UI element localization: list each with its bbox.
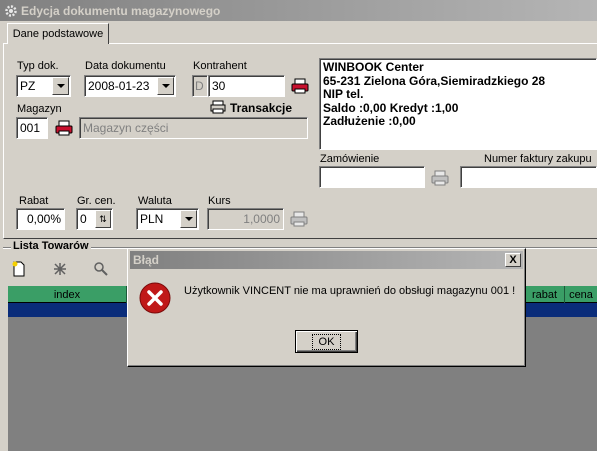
kurs-input: 1,0000 xyxy=(207,208,284,230)
contractor-debt: Zadłużenie :0,00 xyxy=(323,114,416,128)
faktura-label: Numer faktury zakupu xyxy=(484,153,592,165)
list-group-title: Lista Towarów xyxy=(11,240,91,252)
close-icon[interactable]: X xyxy=(505,253,521,267)
kurs-value: 1,0000 xyxy=(243,212,280,226)
typ-dok-combo[interactable]: PZ xyxy=(16,75,71,97)
column-header-index[interactable]: index xyxy=(8,286,127,303)
gr-cen-value: 0 xyxy=(80,212,87,226)
kontrahent-input[interactable]: 30 xyxy=(208,75,285,97)
error-icon xyxy=(139,282,171,314)
chevron-down-icon[interactable] xyxy=(157,77,174,95)
zamowienie-input[interactable] xyxy=(319,166,425,188)
tab-dane-podstawowe[interactable]: Dane podstawowe xyxy=(7,23,109,44)
data-dok-value: 2008-01-23 xyxy=(88,79,150,93)
contractor-address: 65-231 Zielona Góra,Siemiradzkiego 28 xyxy=(323,73,546,88)
kontrahent-label: Kontrahent xyxy=(193,60,247,72)
dialog-close-glyph: X xyxy=(509,253,517,266)
rabat-input[interactable]: 0,00% xyxy=(16,208,65,230)
faktura-input[interactable] xyxy=(460,166,597,188)
chevron-down-icon[interactable] xyxy=(180,210,197,228)
printer-icon[interactable] xyxy=(290,211,308,227)
delete-icon[interactable] xyxy=(49,258,71,280)
contractor-name: WINBOOK Center xyxy=(323,60,424,74)
data-dok-label: Data dokumentu xyxy=(85,60,166,72)
ok-button-label: OK xyxy=(311,333,342,350)
ok-button[interactable]: OK xyxy=(295,330,358,353)
new-document-icon[interactable] xyxy=(8,258,30,280)
tab-label: Dane podstawowe xyxy=(12,28,104,40)
kurs-label: Kurs xyxy=(208,195,231,207)
typ-dok-value: PZ xyxy=(20,79,36,93)
rabat-value: 0,00% xyxy=(26,212,61,226)
printer-icon[interactable] xyxy=(55,120,73,136)
printer-icon[interactable] xyxy=(431,170,449,186)
waluta-label: Waluta xyxy=(138,195,172,207)
contractor-saldo: Saldo :0,00 Kredyt :1,00 xyxy=(323,100,459,115)
printer-icon[interactable] xyxy=(291,78,309,94)
gr-cen-spinner[interactable]: 0 ⇅ xyxy=(76,208,113,230)
magazyn-input[interactable]: 001 xyxy=(16,117,48,139)
search-icon[interactable] xyxy=(90,258,112,280)
magazyn-label: Magazyn xyxy=(17,103,62,115)
transakcje-button[interactable]: Transakcje xyxy=(230,101,292,115)
error-dialog: Błąd X Użytkownik VINCENT nie ma uprawni… xyxy=(127,248,526,367)
zamowienie-label: Zamówienie xyxy=(320,153,380,165)
kontrahent-value: 30 xyxy=(212,79,226,93)
waluta-combo[interactable]: PLN xyxy=(136,208,199,230)
magazyn-name: Magazyn części xyxy=(79,117,308,139)
kontrahent-prefix-text: D xyxy=(195,79,204,93)
dialog-titlebar[interactable]: Błąd X xyxy=(130,251,523,269)
dialog-title: Błąd xyxy=(133,253,160,267)
gr-cen-label: Gr. cen. xyxy=(77,195,116,207)
magazyn-value: 001 xyxy=(20,121,41,135)
chevron-down-icon[interactable] xyxy=(52,77,69,95)
gear-icon xyxy=(5,4,17,17)
contractor-nip: NIP tel. xyxy=(323,87,364,101)
typ-dok-label: Typ dok. xyxy=(17,60,59,72)
printer-icon[interactable] xyxy=(210,100,226,114)
rabat-label: Rabat xyxy=(19,195,49,207)
window-title: Edycja dokumentu magazynowego xyxy=(21,3,221,18)
kontrahent-prefix: D xyxy=(192,75,208,97)
window-titlebar[interactable]: Edycja dokumentu magazynowego xyxy=(0,0,597,21)
contractor-info: WINBOOK Center 65-231 Zielona Góra,Siemi… xyxy=(319,58,597,150)
waluta-value: PLN xyxy=(140,212,164,226)
data-dok-combo[interactable]: 2008-01-23 xyxy=(84,75,176,97)
dialog-message: Użytkownik VINCENT nie ma uprawnień do o… xyxy=(184,285,516,297)
column-header-rabat[interactable]: rabat xyxy=(525,286,565,303)
sort-arrows-icon[interactable]: ⇅ xyxy=(95,210,111,228)
column-header-cena[interactable]: cena xyxy=(565,286,597,303)
magazyn-name-text: Magazyn części xyxy=(83,121,169,135)
